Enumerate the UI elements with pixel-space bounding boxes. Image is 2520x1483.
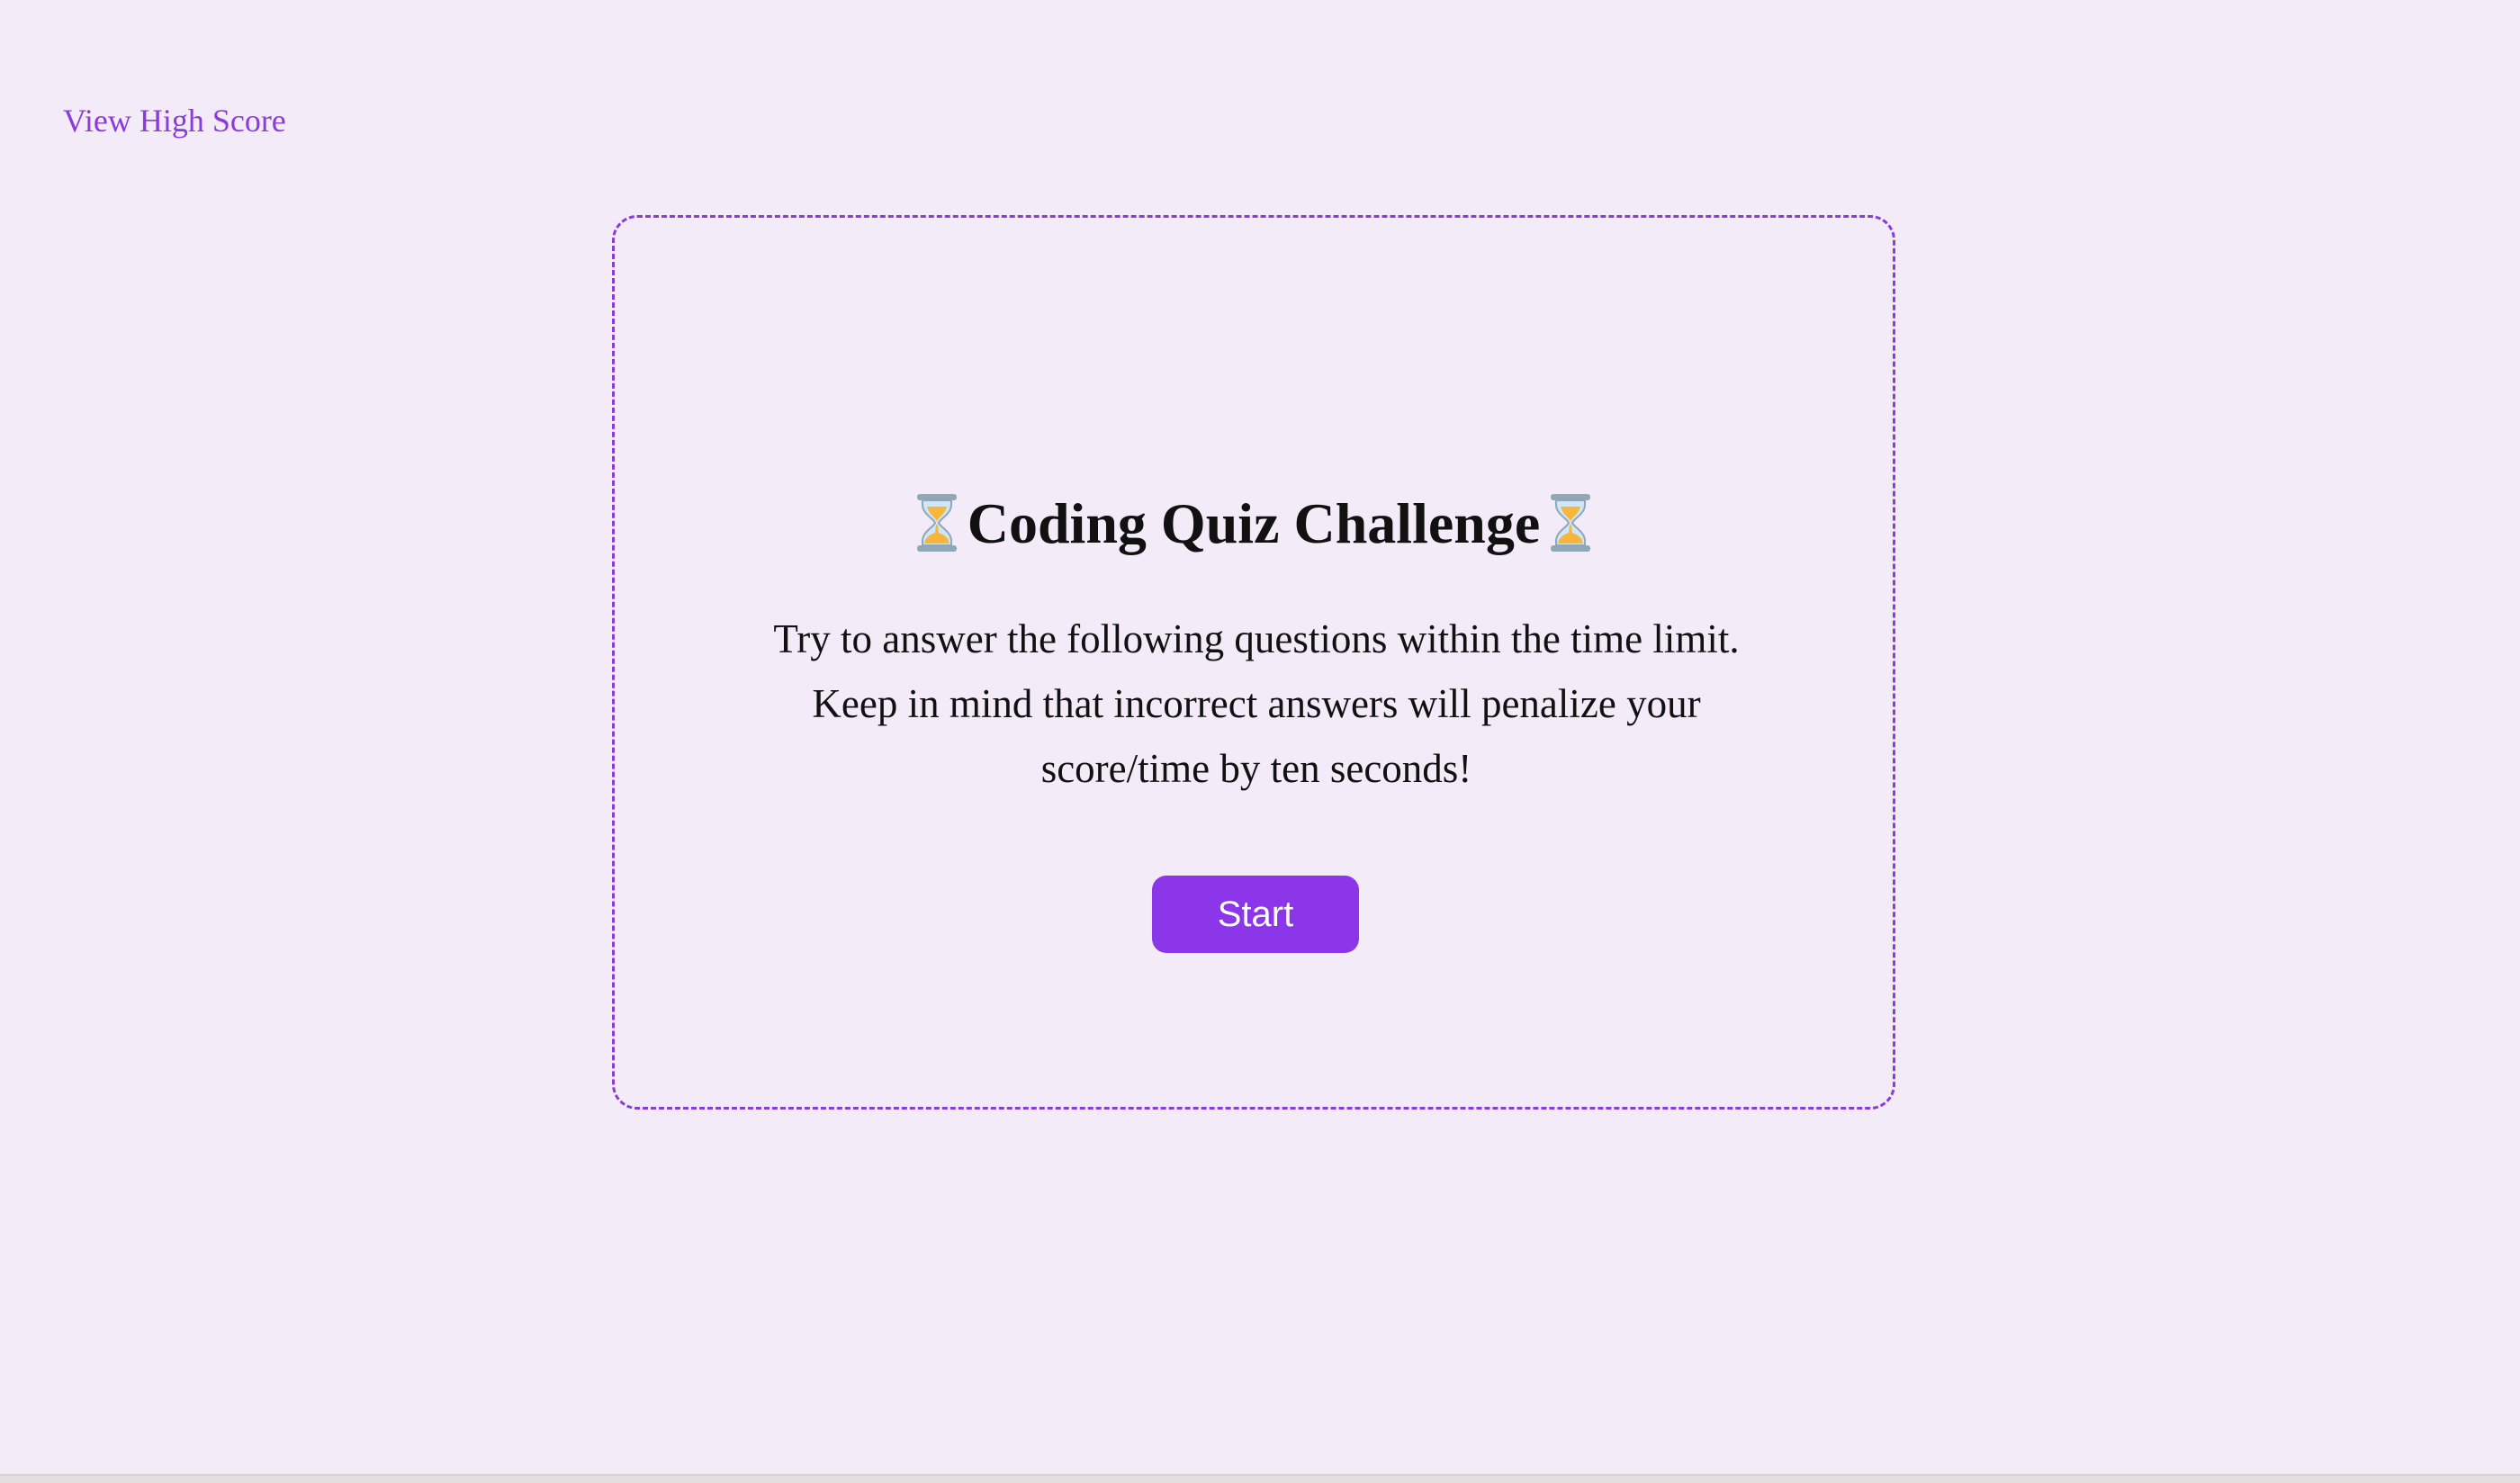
- quiz-instructions: Try to answer the following questions wi…: [773, 616, 1740, 791]
- bottom-divider: [0, 1474, 2520, 1483]
- view-high-score-link[interactable]: View High Score: [63, 99, 286, 142]
- quiz-title-text: Coding Quiz Challenge: [967, 491, 1541, 555]
- hourglass-icon: [1551, 494, 1591, 552]
- quiz-title: Coding Quiz Challenge: [615, 488, 1893, 560]
- hourglass-icon: [916, 494, 957, 552]
- start-button[interactable]: Start: [1152, 876, 1359, 953]
- quiz-intro-card: Coding Quiz Challenge Try to answer the …: [612, 215, 1895, 1110]
